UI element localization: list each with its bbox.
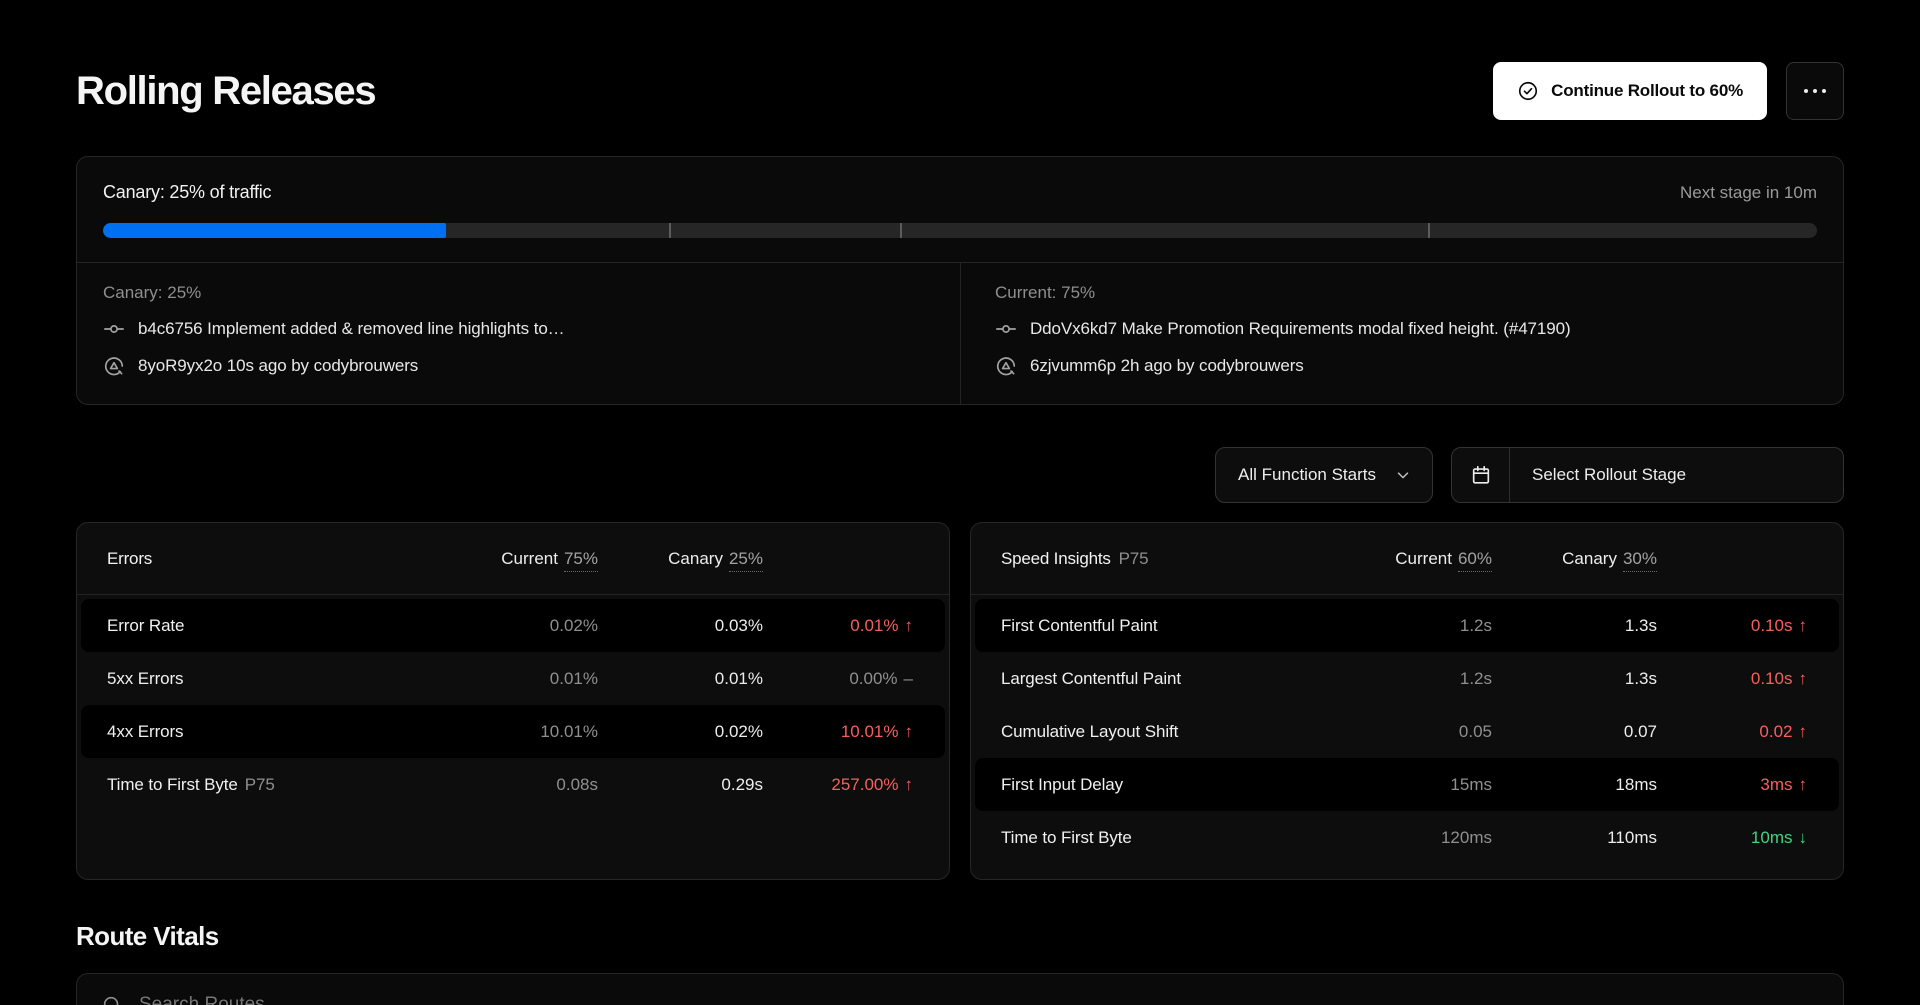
current-deployment-column: Current: 75% DdoVx6kd7 Make Promotion Re…: [960, 263, 1843, 404]
page-title: Rolling Releases: [76, 69, 375, 114]
canary-traffic-label: Canary: 25% of traffic: [103, 182, 271, 203]
route-vitals-title: Route Vitals: [76, 921, 1844, 952]
canary-progress-section: Canary: 25% of traffic Next stage in 10m: [77, 157, 1843, 262]
table-row[interactable]: 4xx Errors 10.01% 0.02% 10.01%↑: [81, 705, 945, 758]
chevron-down-icon: [1394, 466, 1412, 484]
ellipsis-icon: [1804, 89, 1826, 93]
errors-table-title: Errors: [107, 549, 448, 569]
speed-insights-table-rows: First Contentful Paint 1.2s 1.3s 0.10s↑ …: [971, 595, 1843, 868]
canary-deployment-column: Canary: 25% b4c6756 Implement added & re…: [77, 263, 960, 404]
speed-insights-table: Speed InsightsP75 Current60% Canary30% F…: [970, 522, 1844, 880]
rollout-stage-picker[interactable]: Select Rollout Stage: [1451, 447, 1844, 503]
route-search-card: [76, 973, 1844, 1005]
continue-rollout-button[interactable]: Continue Rollout to 60%: [1493, 62, 1767, 120]
function-starts-value: All Function Starts: [1238, 465, 1376, 485]
deployment-icon: [103, 355, 125, 377]
rollout-stage-label: Select Rollout Stage: [1510, 448, 1708, 502]
rollout-progress-fill: [103, 223, 446, 238]
stage-tick: [1428, 223, 1430, 238]
deployment-columns: Canary: 25% b4c6756 Implement added & re…: [77, 262, 1843, 404]
canary-commit-row[interactable]: b4c6756 Implement added & removed line h…: [103, 318, 934, 340]
canary-deployment-text: 8yoR9yx2o 10s ago by codybrouwers: [138, 356, 418, 376]
table-row[interactable]: Time to First Byte 120ms 110ms 10ms↓: [975, 811, 1839, 864]
next-stage-label: Next stage in 10m: [1680, 183, 1817, 203]
current-deployment-text: 6zjvumm6p 2h ago by codybrouwers: [1030, 356, 1304, 376]
table-row[interactable]: Cumulative Layout Shift 0.05 0.07 0.02↑: [975, 705, 1839, 758]
more-options-button[interactable]: [1786, 62, 1844, 120]
page-header: Rolling Releases Continue Rollout to 60%: [76, 62, 1844, 120]
errors-current-column-header[interactable]: Current75%: [448, 549, 598, 569]
canary-deployment-row[interactable]: 8yoR9yx2o 10s ago by codybrouwers: [103, 355, 934, 377]
speed-canary-column-header[interactable]: Canary30%: [1492, 549, 1657, 569]
current-commit-text: DdoVx6kd7 Make Promotion Requirements mo…: [1030, 319, 1571, 339]
speed-insights-table-title: Speed InsightsP75: [1001, 549, 1342, 569]
errors-table-rows: Error Rate 0.02% 0.03% 0.01%↑ 5xx Errors…: [77, 595, 949, 815]
speed-insights-table-header: Speed InsightsP75 Current60% Canary30%: [971, 523, 1843, 595]
errors-table-header: Errors Current75% Canary25%: [77, 523, 949, 595]
table-row[interactable]: 5xx Errors 0.01% 0.01% 0.00%–: [81, 652, 945, 705]
continue-rollout-label: Continue Rollout to 60%: [1551, 81, 1743, 101]
git-commit-icon: [103, 318, 125, 340]
git-commit-icon: [995, 318, 1017, 340]
header-actions: Continue Rollout to 60%: [1493, 62, 1844, 120]
deployment-icon: [995, 355, 1017, 377]
table-row[interactable]: First Input Delay 15ms 18ms 3ms↑: [975, 758, 1839, 811]
table-row[interactable]: Largest Contentful Paint 1.2s 1.3s 0.10s…: [975, 652, 1839, 705]
table-row[interactable]: Error Rate 0.02% 0.03% 0.01%↑: [81, 599, 945, 652]
function-starts-select[interactable]: All Function Starts: [1215, 447, 1433, 503]
canary-rollout-card: Canary: 25% of traffic Next stage in 10m…: [76, 156, 1844, 405]
current-percent-label: Current: 75%: [995, 283, 1817, 303]
rolling-releases-page: Rolling Releases Continue Rollout to 60%…: [76, 62, 1844, 1005]
canary-commit-text: b4c6756 Implement added & removed line h…: [138, 319, 565, 339]
speed-current-column-header[interactable]: Current60%: [1342, 549, 1492, 569]
stage-tick: [669, 223, 671, 238]
current-deployment-row[interactable]: 6zjvumm6p 2h ago by codybrouwers: [995, 355, 1817, 377]
calendar-icon[interactable]: [1452, 448, 1510, 502]
check-circle-icon: [1517, 80, 1539, 102]
errors-table: Errors Current75% Canary25% Error Rate 0…: [76, 522, 950, 880]
errors-canary-column-header[interactable]: Canary25%: [598, 549, 763, 569]
canary-percent-label: Canary: 25%: [103, 283, 934, 303]
table-row[interactable]: First Contentful Paint 1.2s 1.3s 0.10s↑: [975, 599, 1839, 652]
table-row[interactable]: Time to First ByteP75 0.08s 0.29s 257.00…: [81, 758, 945, 811]
stage-tick: [900, 223, 902, 238]
current-commit-row[interactable]: DdoVx6kd7 Make Promotion Requirements mo…: [995, 318, 1817, 340]
rollout-progress-bar: [103, 223, 1817, 238]
search-icon: [101, 994, 123, 1005]
metrics-tables: Errors Current75% Canary25% Error Rate 0…: [76, 522, 1844, 880]
filters-row: All Function Starts Select Rollout Stage: [76, 447, 1844, 503]
search-routes-input[interactable]: [139, 994, 1819, 1005]
